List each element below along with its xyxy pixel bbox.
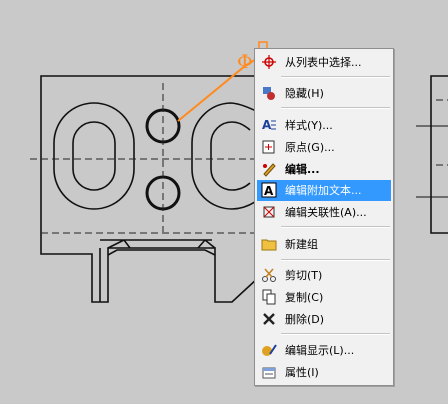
hide-icon — [263, 87, 275, 100]
slot-left-inner — [72, 121, 116, 191]
menu-label: 隐藏(H) — [285, 87, 324, 100]
folder-icon — [261, 239, 277, 251]
menu-label: 从列表中选择... — [285, 56, 362, 69]
menu-item-edit[interactable]: 编辑... — [257, 159, 391, 180]
style-icon: A — [262, 118, 276, 132]
menu-label: 样式(Y)... — [285, 119, 333, 132]
hole-top — [145, 108, 181, 144]
edit-icon — [263, 163, 276, 177]
menu-label: 编辑关联性(A)... — [285, 206, 367, 219]
context-menu: 从列表中选择... 隐藏(H) A 样式(Y)... 原点(G)... 编辑..… — [254, 48, 394, 386]
menu-item-properties[interactable]: 属性(I) — [257, 362, 391, 383]
copy-icon — [262, 289, 276, 305]
menu-label: 属性(I) — [285, 366, 319, 379]
menu-label: 编辑显示(L)... — [285, 344, 355, 357]
menu-item-origin[interactable]: 原点(G)... — [257, 137, 391, 158]
menu-label: 复制(C) — [285, 291, 324, 304]
edit-display-icon — [262, 344, 277, 356]
svg-text:A: A — [264, 184, 274, 198]
slot-right-inner — [210, 121, 251, 191]
crosshair-select-icon — [262, 55, 276, 69]
menu-item-cut[interactable]: 剪切(T) — [257, 265, 391, 286]
delete-icon — [263, 313, 275, 325]
svg-text:A: A — [262, 118, 272, 132]
menu-item-select-from-list[interactable]: 从列表中选择... — [257, 52, 391, 73]
leader-symbol[interactable]: Φ — [237, 51, 253, 73]
slot-left-outer — [53, 102, 135, 210]
menu-label: 新建组 — [285, 238, 318, 251]
origin-icon — [262, 140, 275, 154]
menu-item-delete[interactable]: 删除(D) — [257, 309, 391, 330]
appended-text-icon: A — [261, 182, 277, 198]
menu-item-copy[interactable]: 复制(C) — [257, 287, 391, 308]
cut-icon — [262, 268, 276, 282]
menu-label: 编辑... — [285, 163, 320, 176]
menu-item-style[interactable]: A 样式(Y)... — [257, 115, 391, 136]
properties-icon — [262, 367, 276, 379]
menu-item-edit-associativity[interactable]: 编辑关联性(A)... — [257, 202, 391, 223]
menu-item-new-group[interactable]: 新建组 — [257, 234, 391, 255]
menu-item-edit-display[interactable]: 编辑显示(L)... — [257, 340, 391, 361]
groove-inner — [107, 249, 216, 256]
menu-label: 编辑附加文本... — [285, 184, 362, 197]
slot-right-outer — [191, 102, 259, 210]
menu-label: 删除(D) — [285, 313, 325, 326]
menu-label: 剪切(T) — [285, 269, 323, 282]
menu-label: 原点(G)... — [285, 141, 335, 154]
menu-item-edit-appended-text[interactable]: A 编辑附加文本... — [257, 180, 391, 201]
associativity-icon — [263, 206, 275, 218]
menu-item-hide[interactable]: 隐藏(H) — [257, 83, 391, 104]
